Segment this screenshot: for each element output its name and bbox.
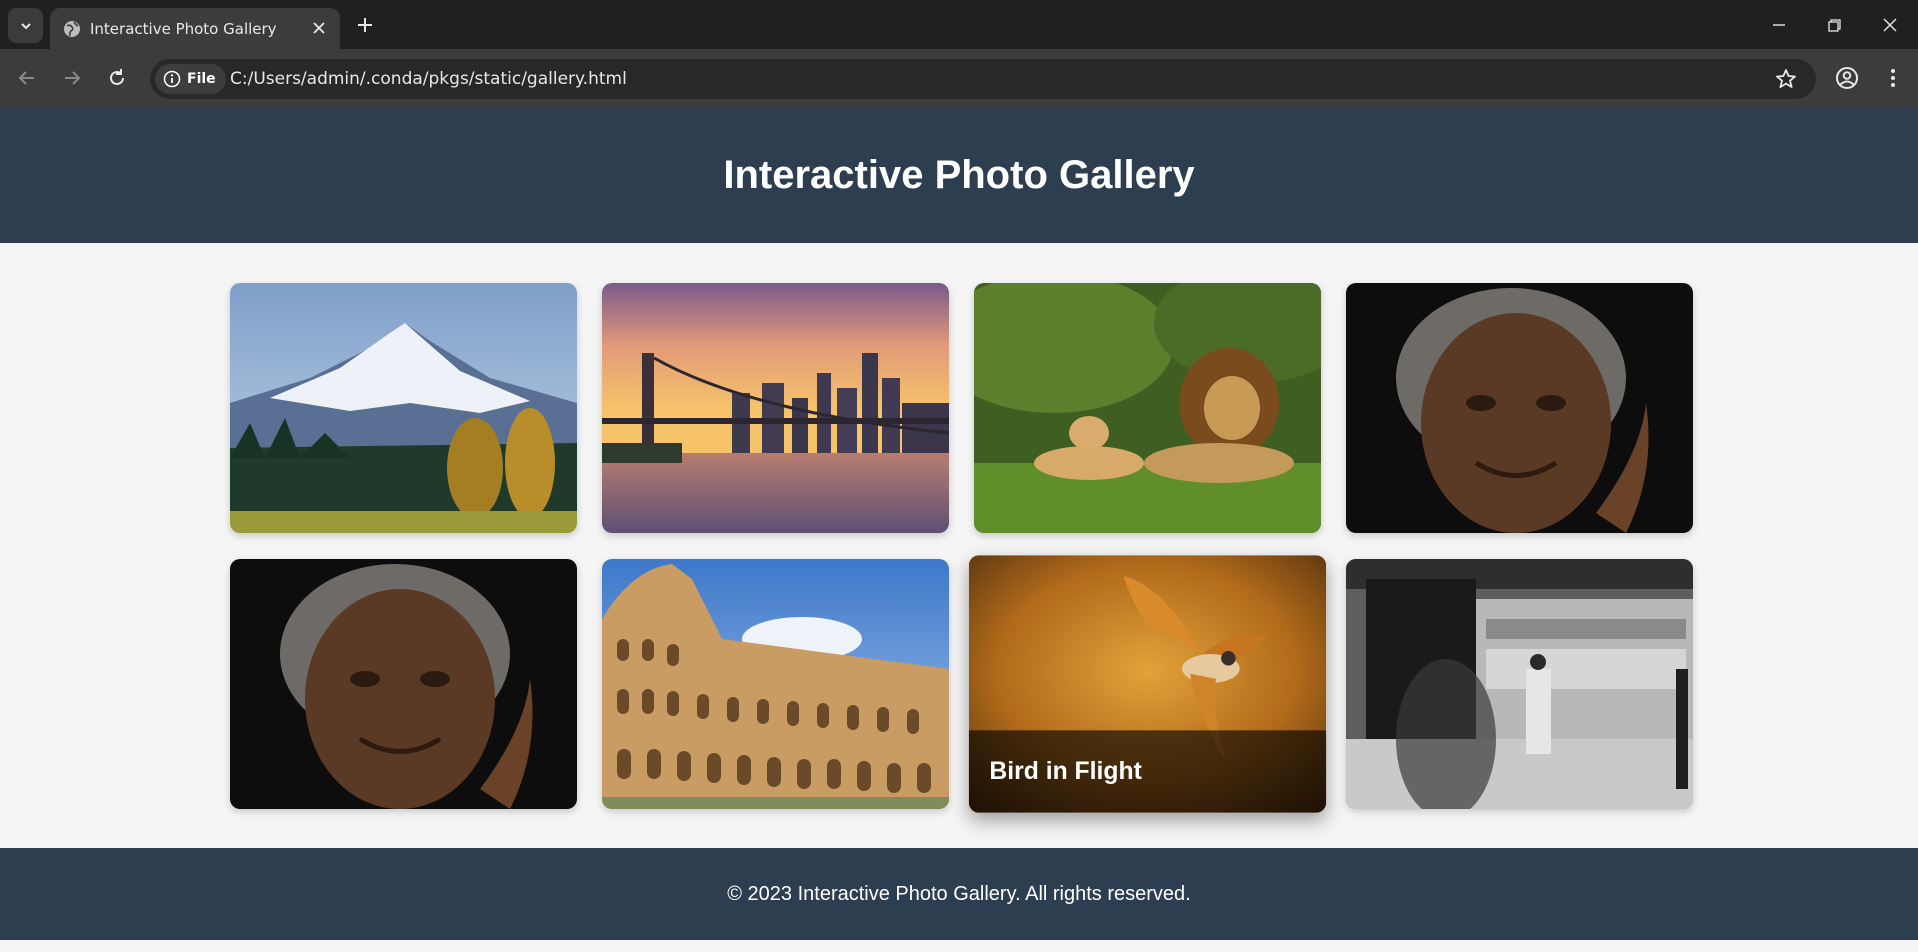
gallery-item-mountain[interactable] [230, 283, 577, 533]
star-icon[interactable] [1774, 67, 1798, 91]
arrow-left-icon [18, 71, 34, 85]
photo-caption: Bird in Flight [968, 730, 1327, 813]
close-window-icon[interactable] [1877, 12, 1903, 38]
street-photo [1346, 559, 1693, 809]
gallery-item-street[interactable] [1346, 559, 1693, 809]
gallery-item-lions[interactable] [974, 283, 1321, 533]
reload-button[interactable] [102, 63, 132, 93]
browser-tab[interactable]: Interactive Photo Gallery [50, 8, 340, 49]
minimize-icon[interactable] [1766, 12, 1792, 38]
page-title: Interactive Photo Gallery [723, 152, 1195, 197]
site-chip-label: File [187, 71, 216, 87]
info-icon [163, 70, 181, 88]
lions-photo [974, 283, 1321, 533]
photo-gallery-grid: Bird in Flight [230, 283, 1693, 815]
footer-copyright: © 2023 Interactive Photo Gallery. All ri… [727, 882, 1191, 905]
site-footer: © 2023 Interactive Photo Gallery. All ri… [0, 848, 1918, 940]
address-bar[interactable]: File C:/Users/admin/.conda/pkgs/static/g… [150, 59, 1816, 99]
back-button[interactable] [12, 63, 42, 93]
gallery-item-portrait[interactable] [1346, 283, 1693, 533]
arrow-right-icon [65, 71, 81, 85]
close-icon[interactable] [310, 19, 328, 37]
reload-icon [110, 69, 124, 85]
colosseum-photo [602, 559, 949, 809]
gallery-item-bird[interactable]: Bird in Flight [968, 555, 1327, 813]
gallery-item-portrait-2[interactable] [230, 559, 577, 809]
gallery-item-city-bridge[interactable] [602, 283, 949, 533]
tab-title: Interactive Photo Gallery [90, 20, 277, 38]
site-header: Interactive Photo Gallery [0, 107, 1918, 243]
portrait-photo [1346, 283, 1693, 533]
more-vertical-icon[interactable] [1880, 63, 1906, 93]
site-info-chip[interactable]: File [155, 64, 226, 94]
web-page: Interactive Photo Gallery Bird in Flight… [0, 107, 1918, 940]
portrait-photo [230, 559, 577, 809]
tab-search-button[interactable] [8, 8, 43, 43]
url-text[interactable]: C:/Users/admin/.conda/pkgs/static/galler… [230, 69, 627, 89]
profile-icon[interactable] [1832, 63, 1862, 93]
mountain-photo [230, 283, 577, 533]
restore-icon[interactable] [1821, 12, 1847, 38]
globe-icon [64, 21, 80, 37]
browser-tab-bar: Interactive Photo Gallery [0, 0, 1918, 49]
forward-button[interactable] [57, 63, 87, 93]
browser-toolbar: File C:/Users/admin/.conda/pkgs/static/g… [0, 49, 1918, 107]
city-bridge-photo [602, 283, 949, 533]
gallery-item-colosseum[interactable] [602, 559, 949, 809]
chevron-down-icon [20, 22, 31, 29]
plus-icon[interactable] [354, 14, 376, 36]
